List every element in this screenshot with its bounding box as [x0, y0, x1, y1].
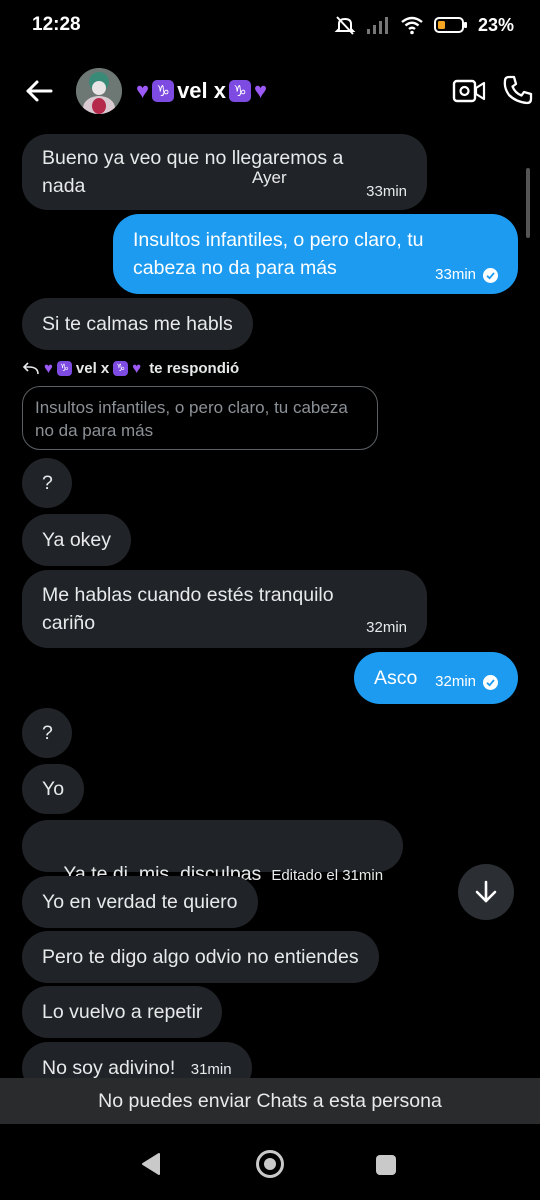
status-icons: 23% — [334, 12, 514, 38]
message-text: Asco — [374, 667, 418, 689]
message-time: 32min — [435, 673, 476, 690]
message-incoming[interactable]: Si te calmas me habls — [22, 298, 253, 350]
message-meta: 33min — [435, 261, 498, 289]
capricorn-icon: ♑ — [56, 361, 72, 376]
message-incoming[interactable]: Pero te digo algo odvio no entiendes — [22, 931, 379, 983]
contact-name-text: vel x — [177, 78, 226, 103]
nav-back-icon[interactable] — [140, 1152, 162, 1176]
message-text: Yo — [42, 778, 65, 800]
message-text: Yo en verdad te quiero — [42, 891, 238, 913]
message-incoming[interactable]: Bueno ya veo que no llegaremos a nada 33… — [22, 134, 427, 210]
message-list[interactable]: Bueno ya veo que no llegaremos a nada 33… — [0, 134, 540, 1078]
video-call-icon[interactable] — [452, 76, 486, 106]
signal-icon — [366, 17, 388, 34]
contact-name[interactable]: ♥ ♑ vel x ♑ ♥ — [136, 78, 267, 104]
cannot-send-banner: No puedes enviar Chats a esta persona — [0, 1078, 540, 1124]
back-arrow-icon[interactable] — [22, 74, 56, 108]
purple-heart-icon: ♥ — [132, 360, 142, 377]
message-text: No soy adivino! — [42, 1057, 176, 1078]
message-text: cariño — [42, 612, 96, 634]
chat-header: ♥ ♑ vel x ♑ ♥ — [0, 60, 540, 124]
purple-heart-icon: ♥ — [44, 360, 53, 377]
message-time: 33min — [435, 266, 476, 283]
system-navigation-bar — [0, 1124, 540, 1200]
message-text: Ya okey — [42, 529, 112, 551]
message-incoming[interactable]: Lo vuelvo a repetir — [22, 986, 223, 1038]
message-text: Si te calmas me habls — [42, 313, 233, 335]
message-incoming[interactable]: Ya okey — [22, 514, 132, 566]
capricorn-icon: ♑ — [152, 80, 175, 102]
message-text: Insultos infantiles, o pero claro, tu — [133, 229, 424, 251]
message-text: nada — [42, 175, 86, 197]
message-text: Me hablas cuando estés tranquilo — [42, 584, 334, 606]
battery-icon — [433, 17, 467, 33]
scrollbar[interactable] — [526, 168, 530, 238]
reply-header: ♥ ♑ vel x ♑ ♥ te respondió — [22, 360, 239, 377]
capricorn-icon: ♑ — [229, 80, 251, 102]
wifi-icon — [401, 16, 423, 35]
message-time: 31min — [190, 1061, 232, 1078]
day-separator: Ayer — [252, 168, 287, 187]
reply-arrow-icon — [22, 361, 39, 374]
message-incoming[interactable]: Yo — [22, 764, 85, 814]
quoted-text: Insultos infantiles, o pero claro, tu ca… — [35, 398, 348, 417]
message-incoming[interactable]: ? — [22, 708, 72, 758]
quoted-text: no da para más — [35, 421, 154, 440]
reply-label: te respondió — [149, 360, 240, 377]
status-time: 12:28 — [32, 14, 81, 35]
message-incoming[interactable]: Ya te di mis disculpas Editado el 31min — [22, 820, 404, 885]
nav-home-icon[interactable] — [256, 1150, 284, 1178]
message-incoming[interactable]: ? — [22, 458, 72, 508]
contact-avatar[interactable] — [76, 68, 122, 114]
battery-percentage: 23% — [477, 14, 514, 35]
message-outgoing[interactable]: Asco 32min — [354, 652, 518, 704]
read-check-icon — [483, 674, 498, 690]
quoted-message[interactable]: Insultos infantiles, o pero claro, tu ca… — [22, 386, 378, 450]
arrow-down-icon — [475, 880, 497, 903]
message-time: 32min — [366, 619, 407, 636]
message-outgoing[interactable]: Insultos infantiles, o pero claro, tu ca… — [113, 214, 518, 294]
purple-heart-icon: ♥ — [136, 78, 150, 103]
message-meta: 32min — [435, 668, 498, 696]
purple-heart-icon: ♥ — [254, 78, 268, 103]
reply-name-text: vel x — [75, 360, 110, 377]
message-incoming[interactable]: No soy adivino! 31min — [22, 1042, 252, 1078]
edited-label: Editado el 31min — [271, 867, 384, 884]
message-incoming[interactable]: Yo en verdad te quiero — [22, 876, 258, 928]
muted-bell-icon — [334, 16, 356, 35]
read-check-icon — [483, 267, 498, 283]
phone-call-icon[interactable] — [502, 74, 534, 106]
nav-recents-icon[interactable] — [376, 1155, 396, 1175]
message-text: Bueno ya veo que no llegaremos a — [42, 147, 344, 169]
scroll-to-bottom-button[interactable] — [458, 864, 514, 920]
message-incoming[interactable]: Me hablas cuando estés tranquilo cariño … — [22, 570, 427, 648]
status-bar: 12:28 23% — [0, 0, 540, 52]
message-text: ? — [42, 722, 53, 744]
message-text: Lo vuelvo a repetir — [42, 1001, 203, 1023]
capricorn-icon: ♑ — [113, 361, 129, 376]
message-time: 33min — [366, 183, 407, 200]
message-text: Pero te digo algo odvio no entiendes — [42, 946, 359, 968]
message-text: ? — [42, 472, 53, 494]
